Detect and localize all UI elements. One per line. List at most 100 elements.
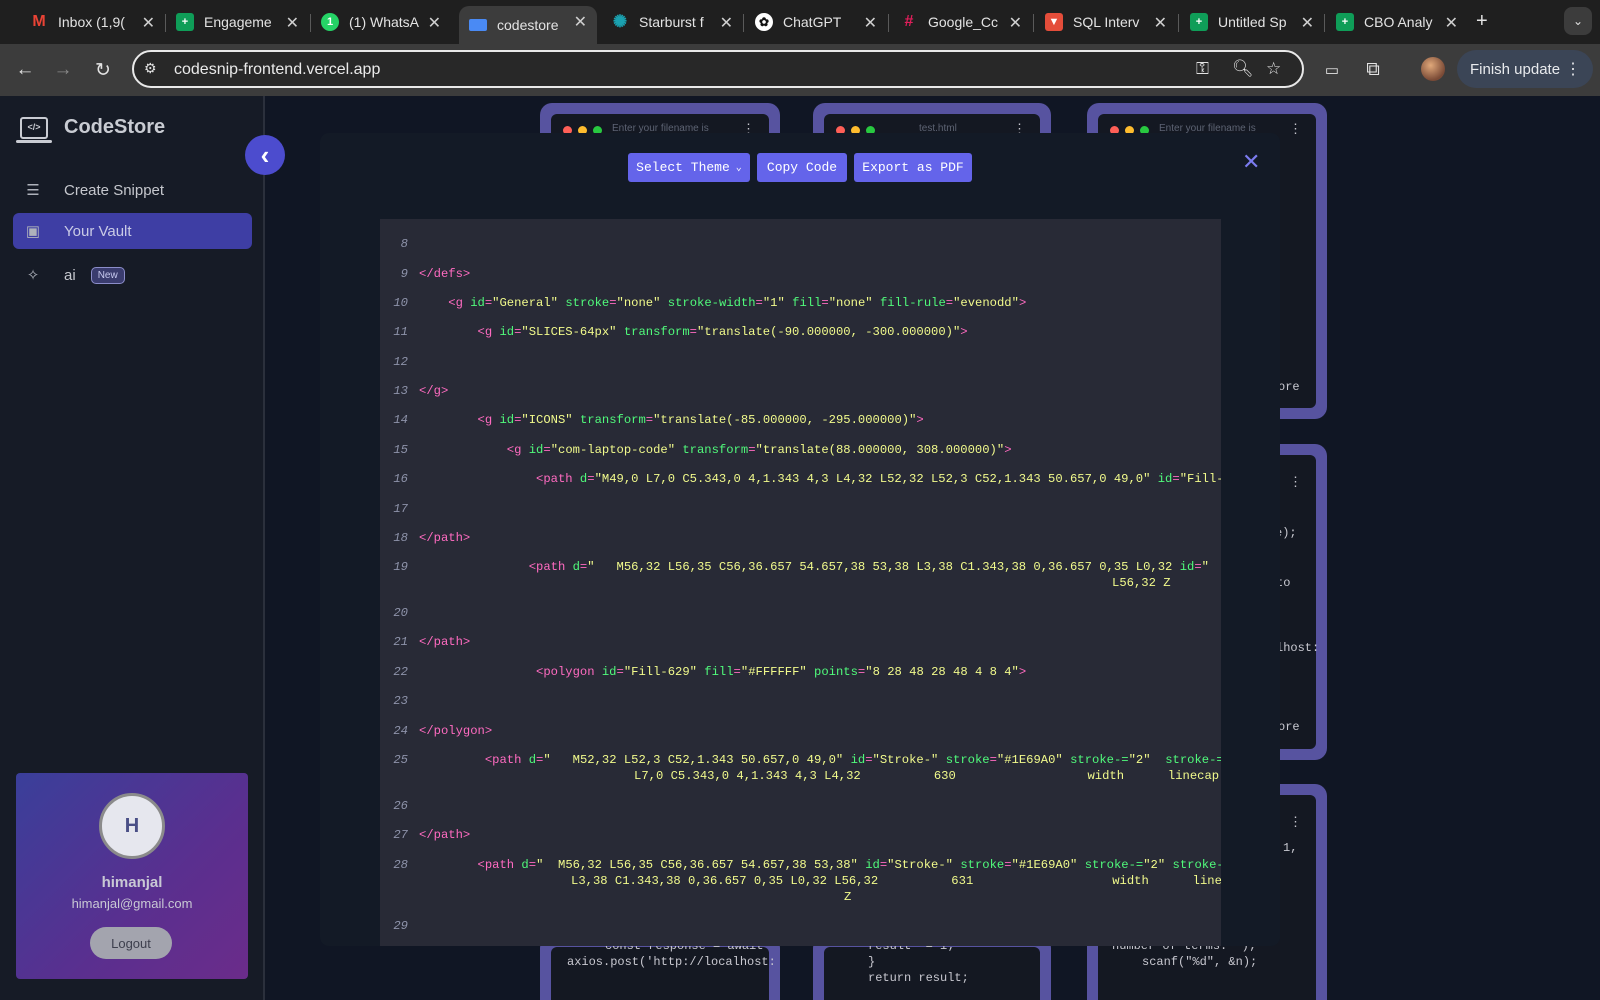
tag-token: <polygon — [419, 665, 602, 679]
value-token: "ICONS" — [521, 413, 573, 427]
tab-cbo-analysis[interactable]: + CBO Analy ✕ — [1326, 7, 1468, 37]
close-tab-icon[interactable]: ✕ — [1445, 13, 1458, 33]
code-line: </path> — [419, 635, 470, 649]
card-more-link[interactable]: ore — [1278, 380, 1300, 394]
site-settings-icon[interactable]: ⚙ — [144, 60, 157, 77]
code-line-wrap: L56,32 Z 6 — [1112, 576, 1171, 590]
tag-token: <g — [419, 413, 500, 427]
kebab-menu-icon[interactable]: ⋮ — [1565, 59, 1581, 79]
code-block[interactable]: 8 9 </defs> 10 <g id="General" stroke="none… — [380, 219, 1221, 946]
value-token: "translate(-90.000000, -300.000000)" — [696, 325, 961, 339]
code-line: <path d="M49,0 L7,0 C5.343,0 4,1.343 4,3… — [419, 472, 1221, 486]
attr-token: fill-rule — [879, 296, 946, 310]
value-token: "none" — [616, 296, 661, 310]
tab-search-chevron-icon[interactable]: ⌄ — [1564, 7, 1592, 35]
value-token: "2" — [1128, 753, 1151, 767]
close-tab-icon[interactable]: ✕ — [574, 12, 587, 32]
tab-sql-interview[interactable]: ▼ SQL Interv ✕ — [1035, 7, 1177, 37]
value-token: "translate(-85.000000, -295.000000)" — [653, 413, 917, 427]
sidebar-item-your-vault[interactable]: ▣ Your Vault — [13, 213, 252, 249]
tag-token: <g — [419, 296, 471, 310]
zoom-icon[interactable]: 🔍︎ — [1232, 59, 1254, 79]
attr-token: d — [528, 753, 537, 767]
tab-divider — [1178, 14, 1179, 32]
line-number: 24 — [393, 724, 408, 738]
close-tab-icon[interactable]: ✕ — [1301, 13, 1314, 33]
user-email: himanjal@gmail.com — [71, 896, 193, 911]
value-token: "2" — [1143, 858, 1166, 872]
tag-token: <path — [419, 858, 522, 872]
kebab-menu-icon[interactable]: ⋮ — [1289, 474, 1302, 490]
export-pdf-button[interactable]: Export as PDF — [854, 153, 972, 182]
close-icon[interactable]: ✕ — [1242, 149, 1260, 175]
line-number: 16 — [393, 472, 408, 486]
extensions-icon[interactable]: ⧉ — [1360, 57, 1386, 83]
attr-token: id — [850, 753, 866, 767]
tag-token: <g — [419, 325, 500, 339]
close-tab-icon[interactable]: ✕ — [286, 13, 299, 33]
profile-avatar[interactable] — [1421, 57, 1445, 81]
close-tab-icon[interactable]: ✕ — [720, 13, 733, 33]
brand[interactable]: </> CodeStore — [16, 116, 166, 143]
tag-token: = — [989, 753, 997, 767]
brand-name: CodeStore — [64, 116, 166, 138]
tab-codestore[interactable]: codestore ✕ — [459, 6, 597, 44]
select-theme-button[interactable]: Select Theme ⌄ — [628, 153, 750, 182]
collapse-sidebar-button[interactable]: ‹ — [245, 135, 285, 175]
new-tab-button[interactable]: + — [1476, 10, 1488, 33]
address-bar[interactable]: ⚙ codesnip-frontend.vercel.app ⚿ 🔍︎ ☆ — [132, 50, 1304, 88]
value-token: "Stroke-" — [887, 858, 953, 872]
tab-starburst[interactable]: ✺ Starburst f ✕ — [601, 7, 743, 37]
sheets-icon: + — [1190, 13, 1208, 31]
close-tab-icon[interactable]: ✕ — [1009, 13, 1022, 33]
copy-code-button[interactable]: Copy Code — [757, 153, 847, 182]
close-tab-icon[interactable]: ✕ — [142, 13, 155, 33]
browser-toolbar: ← → ↻ ⚙ codesnip-frontend.vercel.app ⚿ 🔍… — [0, 44, 1600, 96]
tab-untitled-sheet[interactable]: + Untitled Sp ✕ — [1180, 7, 1324, 37]
tag-token: </defs> — [419, 267, 471, 281]
code-line: <g id="General" stroke="none" stroke-wid… — [419, 296, 1026, 310]
tab-title: Starburst f — [639, 14, 704, 30]
value-token: "Fill-627" — [1179, 472, 1221, 486]
tag-token: </path> — [419, 635, 471, 649]
forward-arrow-icon[interactable]: → — [50, 57, 76, 83]
sidebar-item-ai[interactable]: ✧ ai New — [13, 257, 252, 293]
code-line: </path> — [419, 828, 470, 842]
tab-engagement[interactable]: + Engageme ✕ — [166, 7, 309, 37]
tab-whatsapp[interactable]: 1 (1) WhatsA ✕ — [311, 7, 451, 37]
cast-icon[interactable]: ▭ — [1319, 57, 1345, 83]
kebab-menu-icon[interactable]: ⋮ — [1289, 121, 1302, 137]
password-key-icon[interactable]: ⚿ — [1196, 59, 1209, 79]
attr-token: stroke — [565, 296, 610, 310]
line-number: 8 — [400, 237, 408, 251]
code-line: <path d=" M56,32 L56,35 C56,36.657 54.65… — [419, 858, 1222, 872]
logout-button[interactable]: Logout — [90, 927, 172, 959]
card-more-link[interactable]: ore — [1278, 720, 1300, 734]
value-token: "com-laptop-code" — [550, 443, 676, 457]
attr-token: transform — [579, 413, 646, 427]
attr-token: id — [1179, 560, 1195, 574]
close-tab-icon[interactable]: ✕ — [1154, 13, 1167, 33]
bookmark-star-icon[interactable]: ☆ — [1266, 59, 1281, 79]
tab-chatgpt[interactable]: ✿ ChatGPT ✕ — [745, 7, 887, 37]
card-code-text: return result; — [868, 971, 969, 985]
back-arrow-icon[interactable]: ← — [12, 57, 38, 83]
tag-token — [1165, 858, 1172, 872]
url-text[interactable]: codesnip-frontend.vercel.app — [174, 61, 380, 79]
sidebar-item-create-snippet[interactable]: ☰ Create Snippet — [13, 172, 252, 208]
close-tab-icon[interactable]: ✕ — [864, 13, 877, 33]
code-line: <g id="SLICES-64px" transform="translate… — [419, 325, 968, 339]
value-token: "Fill-629" — [623, 665, 697, 679]
tag-token: > — [1018, 296, 1027, 310]
tab-google-cc[interactable]: # Google_Cc ✕ — [890, 7, 1032, 37]
tag-token — [660, 296, 667, 310]
tab-gmail[interactable]: M Inbox (1,9( ✕ — [20, 7, 165, 37]
line-number: 22 — [393, 665, 408, 679]
code-line: <path d = " M52,32 L52,3 C52,1.343 50.657,… — [419, 753, 1221, 767]
close-tab-icon[interactable]: ✕ — [428, 13, 441, 33]
reload-icon[interactable]: ↻ — [90, 57, 116, 83]
attr-token: id — [865, 858, 880, 872]
finish-update-button[interactable]: Finish update ⋮ — [1457, 50, 1593, 88]
tag-token: <path — [419, 472, 580, 486]
kebab-menu-icon[interactable]: ⋮ — [1289, 814, 1302, 830]
